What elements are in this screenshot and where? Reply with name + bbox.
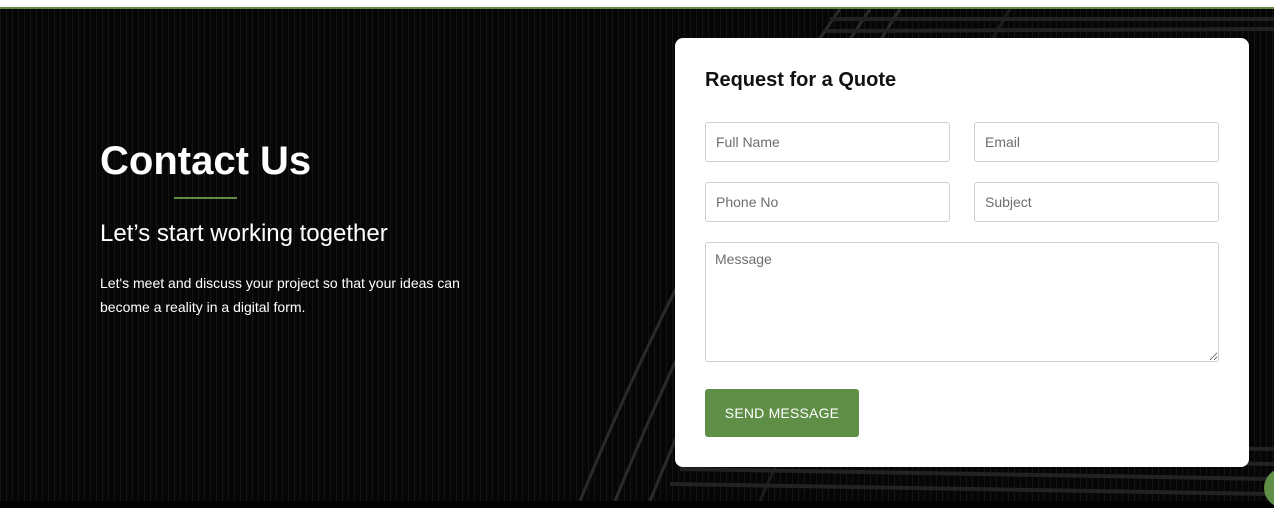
intro-text: Let's meet and discuss your project so t… bbox=[100, 275, 460, 315]
subject-input[interactable] bbox=[974, 182, 1219, 222]
page-title: Contact Us bbox=[100, 139, 312, 183]
phone-input[interactable] bbox=[705, 182, 950, 222]
email-input[interactable] bbox=[974, 122, 1219, 162]
title-underline bbox=[174, 197, 237, 199]
quote-form-card: Request for a Quote SEND MESSAGE bbox=[675, 38, 1249, 467]
form-row-name-email bbox=[705, 122, 1219, 162]
form-row-phone-subject bbox=[705, 182, 1219, 222]
form-heading: Request for a Quote bbox=[705, 69, 897, 91]
send-message-button[interactable]: SEND MESSAGE bbox=[705, 389, 859, 437]
tagline: Let’s start working together bbox=[100, 220, 388, 247]
contact-hero: Contact Us Let’s start working together … bbox=[0, 9, 1274, 501]
top-border bbox=[0, 0, 1274, 9]
contact-intro: Contact Us Let’s start working together … bbox=[100, 139, 500, 319]
full-name-input[interactable] bbox=[705, 122, 950, 162]
message-textarea[interactable] bbox=[705, 242, 1219, 362]
